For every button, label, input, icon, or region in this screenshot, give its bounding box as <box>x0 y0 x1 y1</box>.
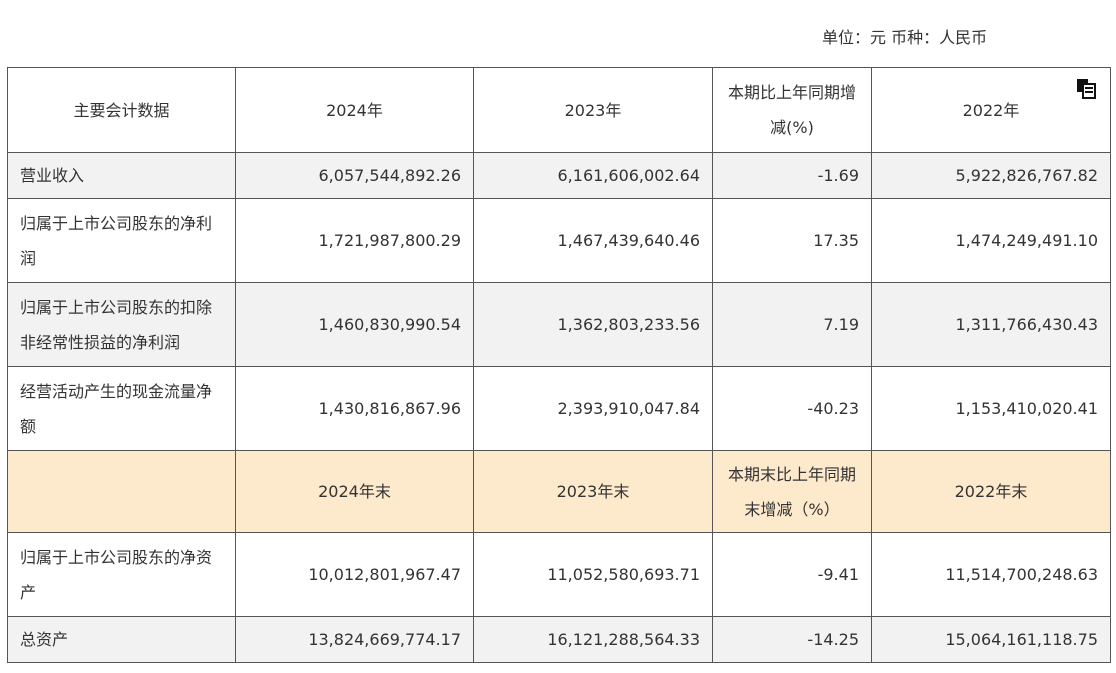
value-2024: 6,057,544,892.26 <box>235 152 474 199</box>
table-row: 经营活动产生的现金流量净额 1,430,816,867.96 2,393,910… <box>7 366 1111 451</box>
value-2023: 1,362,803,233.56 <box>473 282 713 367</box>
value-2022: 1,474,249,491.10 <box>871 198 1111 283</box>
value-2024: 1,721,987,800.29 <box>235 198 474 283</box>
value-2023: 1,467,439,640.46 <box>473 198 713 283</box>
subheader-cell-item <box>7 450 236 533</box>
table-row: 归属于上市公司股东的净资产 10,012,801,967.47 11,052,5… <box>7 532 1111 617</box>
value-change: 17.35 <box>712 198 872 283</box>
value-2023: 6,161,606,002.64 <box>473 152 713 199</box>
subheader-cell-2024: 2024年末 <box>235 450 474 533</box>
table-row: 营业收入 6,057,544,892.26 6,161,606,002.64 -… <box>7 152 1111 199</box>
row-label: 营业收入 <box>7 152 236 199</box>
value-2024: 1,460,830,990.54 <box>235 282 474 367</box>
value-2022: 11,514,700,248.63 <box>871 532 1111 617</box>
unit-currency-note: 单位：元 币种：人民币 <box>822 28 988 47</box>
subheader-cell-change: 本期末比上年同期末增减（%） <box>712 450 872 533</box>
value-2024: 10,012,801,967.47 <box>235 532 474 617</box>
table-row: 归属于上市公司股东的净利润 1,721,987,800.29 1,467,439… <box>7 198 1111 283</box>
header-cell-change: 本期比上年同期增减(%) <box>712 67 872 153</box>
value-change: -1.69 <box>712 152 872 199</box>
value-2023: 11,052,580,693.71 <box>473 532 713 617</box>
row-label: 归属于上市公司股东的净资产 <box>7 532 236 617</box>
value-2023: 2,393,910,047.84 <box>473 366 713 451</box>
subheader-cell-2022: 2022年末 <box>871 450 1111 533</box>
key-accounting-data-table: 主要会计数据 2024年 2023年 本期比上年同期增减(%) 2022年 营业… <box>7 67 1111 663</box>
header-cell-2022: 2022年 <box>871 67 1111 153</box>
table-row: 归属于上市公司股东的扣除非经常性损益的净利润 1,460,830,990.54 … <box>7 282 1111 367</box>
table-header-row: 主要会计数据 2024年 2023年 本期比上年同期增减(%) 2022年 <box>7 67 1111 153</box>
value-2024: 13,824,669,774.17 <box>235 616 474 663</box>
value-2022: 1,153,410,020.41 <box>871 366 1111 451</box>
value-change: 7.19 <box>712 282 872 367</box>
row-label: 归属于上市公司股东的扣除非经常性损益的净利润 <box>7 282 236 367</box>
header-cell-item: 主要会计数据 <box>7 67 236 153</box>
row-label: 总资产 <box>7 616 236 663</box>
value-2023: 16,121,288,564.33 <box>473 616 713 663</box>
value-change: -40.23 <box>712 366 872 451</box>
table-subheader-row: 2024年末 2023年末 本期末比上年同期末增减（%） 2022年末 <box>7 450 1111 533</box>
header-cell-2023: 2023年 <box>473 67 713 153</box>
row-label: 归属于上市公司股东的净利润 <box>7 198 236 283</box>
value-2022: 1,311,766,430.43 <box>871 282 1111 367</box>
value-2022: 5,922,826,767.82 <box>871 152 1111 199</box>
value-2022: 15,064,161,118.75 <box>871 616 1111 663</box>
table-row: 总资产 13,824,669,774.17 16,121,288,564.33 … <box>7 616 1111 663</box>
subheader-cell-2023: 2023年末 <box>473 450 713 533</box>
value-change: -9.41 <box>712 532 872 617</box>
row-label: 经营活动产生的现金流量净额 <box>7 366 236 451</box>
header-cell-2024: 2024年 <box>235 67 474 153</box>
value-2024: 1,430,816,867.96 <box>235 366 474 451</box>
value-change: -14.25 <box>712 616 872 663</box>
